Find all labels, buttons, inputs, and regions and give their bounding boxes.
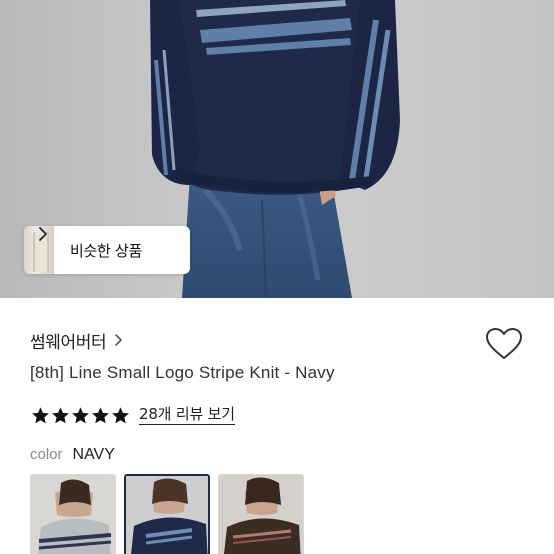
- chevron-right-icon: [39, 227, 47, 241]
- selected-color-value: NAVY: [72, 446, 115, 463]
- wishlist-button[interactable]: [484, 326, 524, 362]
- star-icon: [52, 406, 69, 423]
- star-icon: [72, 406, 89, 423]
- color-swatch-navy[interactable]: [124, 474, 210, 554]
- product-main-image[interactable]: 비슷한 상품: [0, 0, 554, 298]
- swatch-image-brown: [219, 475, 303, 554]
- rating-row: 28개 리뷰 보기: [31, 403, 235, 427]
- swatch-image-navy: [126, 476, 208, 554]
- product-title: [8th] Line Small Logo Stripe Knit - Navy: [30, 363, 335, 382]
- review-link[interactable]: 28개 리뷰 보기: [139, 405, 235, 425]
- similar-products-button[interactable]: 비슷한 상품: [24, 226, 190, 274]
- heart-icon: [486, 328, 522, 359]
- star-icon: [112, 406, 129, 423]
- brand-link[interactable]: 썸웨어버터: [30, 328, 123, 353]
- color-swatch-brown[interactable]: [218, 474, 304, 554]
- star-icon: [92, 406, 109, 423]
- brand-name: 썸웨어버터: [30, 332, 107, 353]
- rating-stars: [31, 406, 130, 425]
- color-label: color: [30, 446, 63, 463]
- similar-products-label: 비슷한 상품: [70, 241, 142, 260]
- swatch-image-gray: [31, 475, 115, 554]
- star-icon: [32, 406, 49, 423]
- chevron-right-icon: [115, 334, 122, 346]
- color-selection-row: color NAVY: [30, 446, 115, 464]
- color-swatches: [30, 474, 304, 554]
- color-swatch-gray[interactable]: [30, 474, 116, 554]
